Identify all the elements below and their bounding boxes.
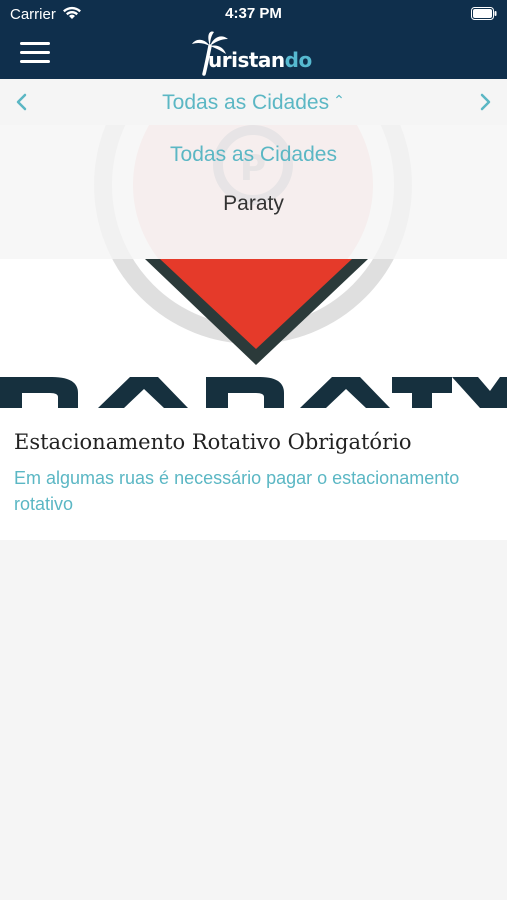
status-bar: Carrier 4:37 PM: [0, 0, 507, 28]
navbar: uristando: [0, 28, 507, 79]
city-option-paraty[interactable]: Paraty: [0, 192, 507, 216]
status-time: 4:37 PM: [225, 5, 282, 22]
city-selector-bar: Todas as Cidades ⌃: [0, 79, 507, 125]
chevron-up-icon: ⌃: [333, 92, 345, 108]
logo-text: uristando: [208, 48, 312, 72]
city-selector-dropdown[interactable]: Todas as Cidades ⌃: [0, 91, 507, 115]
app-logo: uristando: [190, 30, 320, 76]
logo-text-accent: do: [284, 48, 313, 72]
card-title: Estacionamento Rotativo Obrigatório: [14, 430, 412, 454]
logo-text-main: uristan: [208, 48, 285, 72]
app-header: Carrier 4:37 PM uristando: [0, 0, 507, 79]
selected-city-label: Todas as Cidades: [162, 91, 330, 114]
next-city-button[interactable]: [473, 90, 497, 114]
city-dropdown-menu: Todas as Cidades Paraty: [0, 125, 507, 259]
menu-icon-bar: [20, 60, 50, 63]
hamburger-menu-button[interactable]: [20, 42, 50, 64]
card-description: Em algumas ruas é necessário pagar o est…: [14, 468, 460, 514]
battery-icon: [471, 7, 497, 24]
city-option-all[interactable]: Todas as Cidades: [0, 143, 507, 167]
menu-icon-bar: [20, 51, 50, 54]
menu-icon: [20, 42, 50, 45]
chevron-right-icon: [480, 93, 491, 111]
